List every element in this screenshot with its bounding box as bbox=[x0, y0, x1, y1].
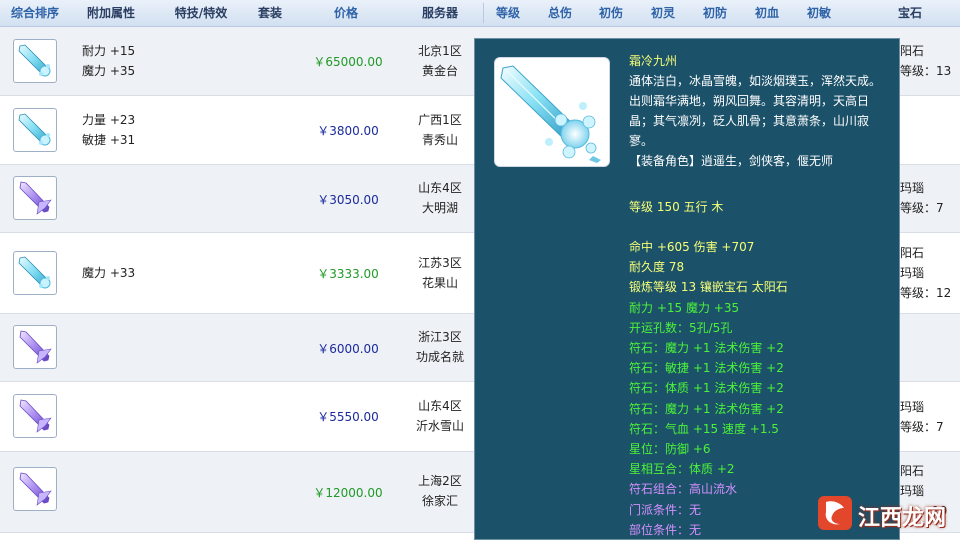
gem-info: 阳石 等级：13 bbox=[900, 41, 951, 81]
purple-sword-icon[interactable] bbox=[13, 176, 57, 220]
col-extra-attrs: 附加属性 bbox=[86, 6, 136, 20]
price: ￥65000.00 bbox=[313, 55, 383, 69]
item-level: 等级 150 五行 木 bbox=[629, 200, 724, 214]
table-header: 综合排序 附加属性 特技/特效 套装 价格 服务器 等级 总伤 初伤 初灵 初防… bbox=[0, 0, 960, 27]
server: 北京1区 黄金台 bbox=[418, 41, 462, 81]
server-region: 山东4区 bbox=[418, 399, 462, 413]
item-stat-line: 命中 +605 伤害 +707 bbox=[629, 240, 755, 254]
server-name: 大明湖 bbox=[421, 201, 459, 215]
price: ￥12000.00 bbox=[313, 486, 383, 500]
extra-attributes: 魔力 +33 bbox=[82, 263, 135, 283]
item-stat-line: 耐力 +15 魔力 +35 bbox=[629, 300, 740, 315]
server: 上海2区 徐家汇 bbox=[418, 471, 462, 511]
header-divider bbox=[483, 3, 484, 23]
watermark-logo-icon bbox=[818, 496, 852, 530]
attr-line: 魔力 +35 bbox=[82, 64, 136, 78]
site-watermark: 江西龙网 bbox=[818, 496, 946, 531]
attr-line: 耐力 +15 bbox=[82, 44, 136, 58]
sort-composite[interactable]: 综合排序 bbox=[11, 0, 59, 26]
item-stat-line: 门派条件：无 bbox=[629, 502, 702, 517]
col-server: 服务器 bbox=[421, 6, 459, 20]
gem-name: 玛瑙 bbox=[900, 266, 925, 280]
ice-sword-icon[interactable] bbox=[13, 251, 57, 295]
server: 江苏3区 花果山 bbox=[418, 253, 462, 293]
server-name: 青秀山 bbox=[421, 133, 459, 147]
sort-level[interactable]: 等级 bbox=[496, 0, 520, 26]
server-region: 浙江3区 bbox=[418, 330, 462, 344]
server-name: 黄金台 bbox=[421, 64, 459, 78]
item-tooltip: 霜冷九州 通体洁白，冰晶雪魄，如淡烟璞玉，浑然天成。出则霜华满地，朔风回舞。其容… bbox=[474, 38, 900, 540]
gem-level: 等级：12 bbox=[900, 286, 952, 300]
item-stat-line: 星位：防御 +6 bbox=[629, 442, 711, 456]
sort-base-hp[interactable]: 初血 bbox=[755, 0, 779, 26]
attr-line: 魔力 +33 bbox=[82, 266, 136, 280]
col-skills: 特技/特效 bbox=[174, 6, 228, 20]
purple-sword-icon[interactable] bbox=[13, 467, 57, 511]
item-stat-line: 符石：敏捷 +1 法术伤害 +2 bbox=[629, 361, 784, 376]
sort-base-damage[interactable]: 初伤 bbox=[599, 0, 623, 26]
server-region: 广西1区 bbox=[418, 113, 462, 127]
purple-sword-icon[interactable] bbox=[13, 325, 57, 369]
gem-name: 阳石 bbox=[900, 464, 925, 478]
server: 浙江3区 功成名就 bbox=[416, 327, 464, 367]
sort-base-agility[interactable]: 初敏 bbox=[807, 0, 831, 26]
server-name: 徐家汇 bbox=[421, 494, 459, 508]
extra-attributes: 力量 +23 敏捷 +31 bbox=[82, 110, 135, 150]
price: ￥3800.00 bbox=[317, 124, 379, 138]
server-region: 山东4区 bbox=[418, 181, 462, 195]
gem-level: 等级：7 bbox=[900, 420, 944, 434]
server-name: 沂水雪山 bbox=[415, 419, 465, 433]
gem-level: 等级：7 bbox=[900, 201, 944, 215]
price: ￥3333.00 bbox=[317, 267, 379, 281]
gem-info: 玛瑙 等级：7 bbox=[900, 397, 944, 437]
server-region: 北京1区 bbox=[418, 44, 462, 58]
server: 山东4区 大明湖 bbox=[418, 178, 462, 218]
gem-name: 玛瑙 bbox=[900, 400, 925, 414]
item-stat-line: 符石：体质 +1 法术伤害 +2 bbox=[629, 381, 784, 396]
item-stat-line: 符石：气血 +15 速度 +1.5 bbox=[629, 421, 779, 436]
purple-sword-icon[interactable] bbox=[13, 394, 57, 438]
sort-base-defense[interactable]: 初防 bbox=[703, 0, 727, 26]
gem-name: 阳石 bbox=[900, 44, 925, 58]
item-description: 通体洁白，冰晶雪魄，如淡烟璞玉，浑然天成。出则霜华满地，朔风回舞。其容清明，天高… bbox=[629, 74, 882, 148]
gem-info: 阳石 玛瑙 等级：12 bbox=[900, 243, 951, 303]
gem-name: 阳石 bbox=[900, 246, 925, 260]
server-region: 江苏3区 bbox=[418, 256, 462, 270]
item-description-block: 霜冷九州 通体洁白，冰晶雪魄，如淡烟璞玉，浑然天成。出则霜华满地，朔风回舞。其容… bbox=[629, 51, 881, 171]
sort-base-spirit[interactable]: 初灵 bbox=[651, 0, 675, 26]
item-stat-line: 耐久度 78 bbox=[629, 260, 685, 275]
item-stat-line: 星相互合：体质 +2 bbox=[629, 462, 735, 477]
item-stat-line: 开运孔数：5孔/5孔 bbox=[629, 320, 733, 335]
price: ￥6000.00 bbox=[317, 342, 379, 356]
item-stat-line: 符石：魔力 +1 法术伤害 +2 bbox=[629, 341, 784, 355]
col-gem: 宝石 bbox=[897, 6, 923, 20]
ice-sword-icon[interactable] bbox=[13, 39, 57, 83]
server-name: 功成名就 bbox=[415, 350, 465, 364]
item-stat-line: 符石组合：高山流水 bbox=[629, 482, 738, 497]
server-name: 花果山 bbox=[421, 276, 459, 290]
item-stat-line: 锻炼等级 13 镶嵌宝石 太阳石 bbox=[629, 280, 788, 295]
attr-line: 力量 +23 bbox=[82, 113, 136, 127]
item-preview-image bbox=[494, 57, 610, 167]
server: 山东4区 沂水雪山 bbox=[416, 396, 464, 436]
item-stat-line: 部位条件：无 bbox=[629, 522, 702, 537]
item-name: 霜冷九州 bbox=[629, 54, 678, 68]
gem-info: 玛瑙 等级：7 bbox=[900, 178, 944, 218]
ice-sword-icon[interactable] bbox=[13, 108, 57, 152]
item-roles: 【装备角色】逍遥生，剑侠客，偃无师 bbox=[629, 154, 834, 168]
price: ￥3050.00 bbox=[317, 193, 379, 207]
gem-name: 玛瑙 bbox=[900, 181, 925, 195]
server-region: 上海2区 bbox=[418, 474, 462, 488]
col-set: 套装 bbox=[257, 6, 283, 20]
watermark-text: 江西龙网 bbox=[858, 506, 947, 531]
gem-level: 等级：13 bbox=[900, 64, 952, 78]
item-stat-line: 符石：魔力 +1 法术伤害 +2 bbox=[629, 401, 784, 416]
attr-line: 敏捷 +31 bbox=[82, 133, 136, 147]
server: 广西1区 青秀山 bbox=[418, 110, 462, 150]
extra-attributes: 耐力 +15 魔力 +35 bbox=[82, 41, 135, 81]
price: ￥5550.00 bbox=[317, 410, 379, 424]
sort-price[interactable]: 价格 bbox=[334, 0, 358, 26]
sort-total-damage[interactable]: 总伤 bbox=[548, 0, 572, 26]
